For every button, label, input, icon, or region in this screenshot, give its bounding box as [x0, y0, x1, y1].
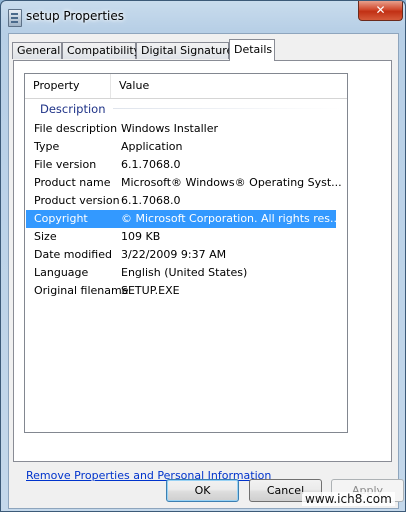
close-icon: ✕	[375, 3, 386, 17]
table-row[interactable]: Size 109 KB	[25, 228, 347, 246]
property-value: English (United States)	[121, 266, 248, 279]
property-value: SETUP.EXE	[121, 284, 180, 297]
property-value: 3/22/2009 9:37 AM	[121, 248, 227, 261]
table-row[interactable]: Type Application	[25, 138, 347, 156]
property-value: © Microsoft Corporation. All rights res.…	[121, 212, 341, 225]
close-button[interactable]: ✕	[358, 1, 403, 21]
watermark: www.ich8.com	[302, 492, 395, 506]
property-name: Type	[34, 140, 60, 153]
tab-compatibility[interactable]: Compatibility	[62, 42, 140, 59]
table-row[interactable]: File version 6.1.7068.0	[25, 156, 347, 174]
property-value: Application	[121, 140, 183, 153]
table-row[interactable]: File description Windows Installer	[25, 120, 347, 138]
column-header-property[interactable]: Property	[25, 74, 111, 98]
property-name: Copyright	[34, 212, 88, 225]
property-name: Language	[34, 266, 89, 279]
table-row[interactable]: Date modified 3/22/2009 9:37 AM	[25, 246, 347, 264]
table-row[interactable]: Product version 6.1.7068.0	[25, 192, 347, 210]
property-name: File description	[34, 122, 118, 135]
property-value: Windows Installer	[121, 122, 219, 135]
ok-button[interactable]: OK	[166, 479, 239, 502]
dialog-client: General Compatibility Digital Signatures…	[8, 33, 404, 509]
property-value: 109 KB	[121, 230, 161, 243]
group-header-description: Description	[40, 102, 106, 116]
tab-digital-signatures[interactable]: Digital Signatures	[136, 42, 239, 59]
list-header: Property Value	[25, 74, 347, 99]
details-panel: Property Value Description File descript…	[13, 60, 392, 482]
tab-general[interactable]: General	[12, 42, 62, 59]
table-row[interactable]: Copyright © Microsoft Corporation. All ri…	[25, 210, 347, 228]
table-row[interactable]: Language English (United States)	[25, 264, 347, 282]
installer-icon	[8, 9, 22, 27]
property-name: File version	[34, 158, 97, 171]
title-bar[interactable]: setup Properties ✕	[1, 1, 405, 33]
property-value: Microsoft® Windows® Operating Syst...	[121, 176, 342, 189]
property-name: Product name	[34, 176, 111, 189]
table-row[interactable]: Product name Microsoft® Windows® Operatin…	[25, 174, 347, 192]
column-header-value[interactable]: Value	[111, 74, 347, 98]
property-name: Product version	[34, 194, 120, 207]
property-value: 6.1.7068.0	[121, 194, 181, 207]
window-title: setup Properties	[26, 9, 125, 23]
tab-details[interactable]: Details	[229, 39, 275, 61]
table-row[interactable]: Original filename SETUP.EXE	[25, 282, 347, 300]
group-divider	[113, 108, 341, 109]
details-list[interactable]: Property Value Description File descript…	[24, 73, 348, 433]
property-name: Original filename	[34, 284, 129, 297]
property-name: Size	[34, 230, 57, 243]
property-name: Date modified	[34, 248, 112, 261]
properties-window: setup Properties ✕ General Compatibility…	[0, 0, 406, 512]
property-value: 6.1.7068.0	[121, 158, 181, 171]
